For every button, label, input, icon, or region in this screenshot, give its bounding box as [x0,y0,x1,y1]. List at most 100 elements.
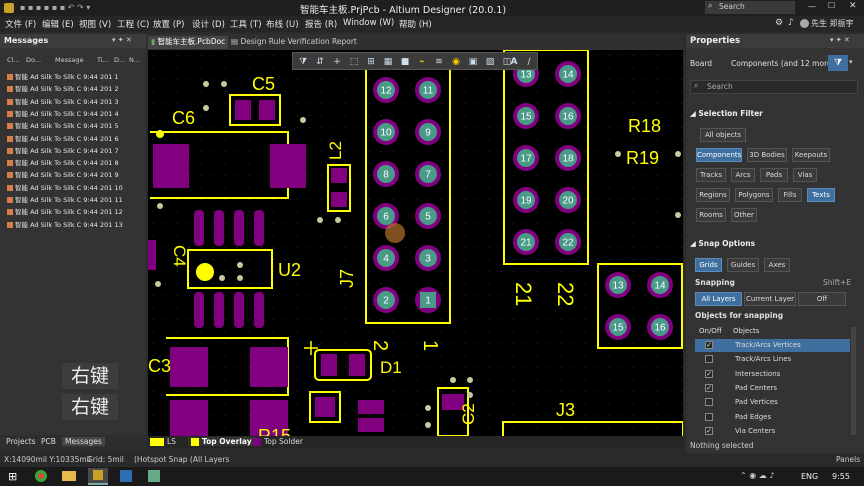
square-icon[interactable]: ■ [399,56,411,68]
header-pad[interactable]: 13 [605,272,631,298]
snap-checkbox[interactable]: ✓ [705,383,713,392]
layer-ls[interactable]: LS [150,437,176,446]
message-row[interactable]: 智能 Ad Silk To Silk C 9:44 201 3 [7,96,140,108]
maximize-button[interactable]: ☐ [828,1,835,10]
designator-22[interactable]: 22 [553,282,578,306]
all-layers-button[interactable]: All Layers [695,292,742,306]
header-pad[interactable]: 18 [555,145,581,171]
layer-top-solder[interactable]: Top Solder [253,437,303,446]
app-icon[interactable] [120,470,132,482]
chart-icon[interactable]: ▦ [382,56,394,68]
pad-icon[interactable]: ◉ [450,56,462,68]
designator-21[interactable]: 21 [511,282,536,306]
j7-pad[interactable]: 2 [373,287,399,313]
panel-menu-icon[interactable]: ▾ ✦ ✕ [112,36,132,44]
filter-regions-button[interactable]: Regions [696,188,730,202]
app-icon[interactable] [148,470,160,482]
interactive-route-icon[interactable]: ⌁ [416,56,428,68]
header-pad[interactable]: 16 [555,103,581,129]
snap-guides-button[interactable]: Guides [727,258,759,272]
filter-tracks-button[interactable]: Tracks [696,168,726,182]
message-row[interactable]: 智能 Ad Silk To Silk C 9:44 201 7 [7,145,140,157]
align-icon[interactable]: ⊞ [365,56,377,68]
col-class[interactable]: Cl... [7,56,22,67]
snap-checkbox[interactable]: ✓ [705,341,713,349]
designator-l2[interactable]: L2 [326,141,345,160]
message-row[interactable]: 智能 Ad Silk To Silk C 9:44 201 12 [7,206,140,218]
message-row[interactable]: 智能 Ad Silk To Silk C 9:44 201 9 [7,169,140,181]
select-rect-icon[interactable]: ⬚ [348,56,360,68]
menu-place[interactable]: 放置 (P) [153,18,184,30]
menu-file[interactable]: 文件 (F) [5,18,36,30]
clock[interactable]: 9:55 [832,472,850,481]
properties-search[interactable]: ⌕ Search [690,80,858,94]
tab-pcbdoc[interactable]: ▮ 智能车主板.PcbDoc [148,36,229,49]
menu-design[interactable]: 设计 (D) [192,18,225,30]
col-no[interactable]: N... [129,56,141,67]
menu-help[interactable]: 帮助 (H) [399,18,432,30]
message-row[interactable]: 智能 Ad Silk To Silk C 9:44 201 4 [7,108,140,120]
snap-object-row[interactable]: ✓ Track/Arcs Vertices [695,339,850,352]
j7-pad[interactable]: 7 [415,161,441,187]
header-pad[interactable]: 14 [647,272,673,298]
j7-pad[interactable]: 11 [415,77,441,103]
quick-access-icons[interactable]: ▪ ▪ ▪ ▪ ▪ ▪ ↶ ↷ ▾ [20,3,120,13]
designator-r19[interactable]: R19 [626,148,659,168]
message-row[interactable]: 智能 Ad Silk To Silk C 9:44 201 13 [7,219,140,231]
j7-pad[interactable]: 5 [415,203,441,229]
menu-window[interactable]: Window (W) [343,18,394,28]
snap-checkbox[interactable] [705,398,713,407]
filter-rooms-button[interactable]: Rooms [696,208,726,222]
designator-d1[interactable]: D1 [380,358,402,377]
filter-keepouts-button[interactable]: Keepouts [792,148,830,162]
menu-edit[interactable]: 编辑 (E) [42,18,74,30]
designator-c3[interactable]: C3 [148,356,171,376]
tray-icons[interactable]: ⌃ ◉ ☁ ♪ [740,471,774,480]
header-pad[interactable]: 15 [605,314,631,340]
designator-r15[interactable]: R15 [258,426,291,436]
panels-button[interactable]: Panels [836,455,860,464]
snap-object-row[interactable]: Pad Edges [695,411,850,424]
gear-icon[interactable]: ⚙ [775,18,783,28]
header-pad[interactable]: 15 [513,103,539,129]
snap-object-row[interactable]: ✓ Via Centers [695,425,850,438]
col-date[interactable]: D... [114,56,126,67]
snap-object-row[interactable]: Pad Vertices [695,396,850,409]
header-pad[interactable]: 17 [513,145,539,171]
tab-projects[interactable]: Projects [6,437,36,446]
filter-polygons-button[interactable]: Polygons [735,188,773,202]
designator-c6[interactable]: C6 [172,108,195,128]
j7-pad[interactable]: 4 [373,245,399,271]
section-snap-options[interactable]: ◢ Snap Options [690,239,755,248]
folder-icon[interactable] [62,471,76,481]
header-pad[interactable]: 16 [647,314,673,340]
filter-button[interactable]: ⧩ [828,55,848,71]
designator-r18[interactable]: R18 [628,116,661,136]
snap-object-row[interactable]: Track/Arcs Lines [695,353,850,366]
component-icon[interactable]: ▣ [467,56,479,68]
message-row[interactable]: 智能 Ad Silk To Silk C 9:44 201 8 [7,157,140,169]
tab-drc-report[interactable]: ▤ Design Rule Verification Report [231,37,357,46]
properties-scrollbar[interactable] [851,327,856,435]
j7-pad[interactable]: 1 [415,287,441,313]
message-row[interactable]: 智能 Ad Silk To Silk C 9:44 201 2 [7,83,140,95]
snap-checkbox[interactable]: ✓ [705,369,713,378]
minimize-button[interactable]: — [808,2,816,11]
bell-icon[interactable]: ♪ [788,18,794,28]
filter-components-button[interactable]: Components [696,148,742,162]
tab-messages[interactable]: Messages [62,437,105,446]
section-selection-filter[interactable]: ◢ Selection Filter [690,109,763,118]
j7-pad[interactable]: 12 [373,77,399,103]
filter-icon[interactable]: ⧩ [297,56,309,68]
menu-view[interactable]: 视图 (V) [79,18,111,30]
user-avatar[interactable] [800,19,809,28]
menu-route[interactable]: 布线 (U) [266,18,299,30]
designator-j3[interactable]: J3 [556,400,575,420]
route-icon[interactable]: ⇵ [314,56,326,68]
filter-texts-button[interactable]: Texts [807,188,835,202]
filter-pads-button[interactable]: Pads [760,168,788,182]
tab-pcb[interactable]: PCB [41,437,56,446]
snap-object-row[interactable]: ✓ Intersections [695,368,850,381]
message-row[interactable]: 智能 Ad Silk To Silk C 9:44 201 10 [7,182,140,194]
filter-vias-button[interactable]: Vias [793,168,817,182]
